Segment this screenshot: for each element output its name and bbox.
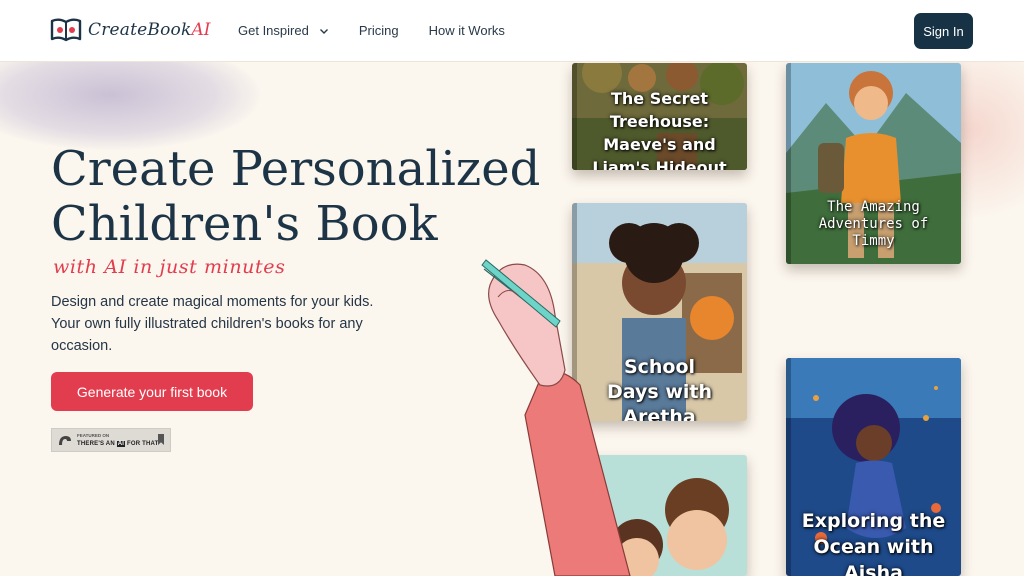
top-nav-bar: CreateBook AI Get Inspired Pricing How it… — [0, 0, 1024, 62]
brand-logo[interactable]: CreateBook AI — [50, 17, 211, 43]
book-cover-amazing-adventures-timmy[interactable]: The Amazing Adventures of Timmy — [786, 63, 961, 264]
badge-text-post: FOR THAT — [125, 441, 159, 447]
nav-how-it-works[interactable]: How it Works — [429, 23, 505, 38]
brand-name: CreateBook — [88, 20, 192, 40]
brand-accent: AI — [191, 20, 211, 40]
hand-with-pencil-illustration — [481, 259, 631, 576]
book-cover-secret-treehouse[interactable]: The Secret Treehouse: Maeve's and Liam's… — [572, 63, 747, 170]
badge-text: FEATURED ON THERE'S AN AI FOR THAT — [77, 432, 159, 448]
hero-description: Design and create magical moments for yo… — [51, 294, 374, 354]
book-cover-exploring-ocean-aisha[interactable]: Exploring the Ocean with Aisha — [786, 358, 961, 576]
badge-site-name: THERE'S AN AI FOR THAT — [77, 440, 159, 448]
nav-pricing[interactable]: Pricing — [359, 23, 399, 38]
sign-in-button[interactable]: Sign In — [914, 13, 973, 49]
nav-get-inspired[interactable]: Get Inspired — [238, 23, 329, 38]
main-nav: Get Inspired Pricing How it Works — [238, 23, 505, 38]
hero-tagline: with AI in just minutes — [53, 256, 286, 278]
badge-logo-icon — [59, 436, 71, 445]
chevron-down-icon — [319, 28, 328, 34]
hero-title-line1: Create Personalized — [51, 141, 541, 197]
book-title: The Amazing Adventures of Timmy — [818, 199, 929, 249]
badge-featured-on: FEATURED ON — [77, 433, 110, 438]
nav-how-it-works-label: How it Works — [428, 23, 505, 38]
hero-title: Create Personalized Children's Book — [51, 142, 551, 252]
bookmark-icon — [158, 434, 164, 445]
book-title: Exploring the Ocean with Aisha — [801, 510, 946, 576]
nav-get-inspired-label: Get Inspired — [238, 23, 309, 38]
generate-book-button[interactable]: Generate your first book — [51, 372, 253, 411]
hero-title-line2: Children's Book — [51, 196, 438, 252]
nav-pricing-label: Pricing — [358, 23, 399, 38]
badge-text-ai: AI — [116, 441, 126, 447]
theres-an-ai-for-that-badge[interactable]: FEATURED ON THERE'S AN AI FOR THAT — [51, 428, 171, 452]
open-book-logo-icon — [50, 18, 82, 42]
book-title: The Secret Treehouse: Maeve's and Liam's… — [592, 89, 727, 170]
badge-text-pre: THERE'S AN — [77, 441, 117, 447]
